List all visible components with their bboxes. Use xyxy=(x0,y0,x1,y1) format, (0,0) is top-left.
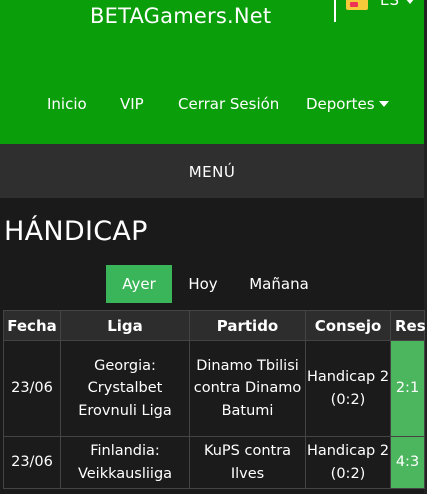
header-divider xyxy=(334,0,336,22)
nav-inicio[interactable]: Inicio xyxy=(47,95,87,113)
cell-partido: Dinamo Tbilisi contra Dinamo Batumi xyxy=(189,340,306,437)
column-header-fecha[interactable]: Fecha xyxy=(3,310,61,341)
column-header-liga[interactable]: Liga xyxy=(60,310,190,341)
caret-down-icon[interactable] xyxy=(379,101,389,107)
cell-liga: Finlandia: Veikkausliiga xyxy=(60,436,190,489)
cell-res: 2:1 xyxy=(390,340,425,437)
nav-deportes[interactable]: Deportes xyxy=(306,95,375,113)
nav-cerrar-sesion[interactable]: Cerrar Sesión xyxy=(178,95,279,113)
nav-vip[interactable]: VIP xyxy=(120,95,144,113)
tab-hoy[interactable]: Hoy xyxy=(179,265,227,303)
menu-button[interactable]: MENÚ xyxy=(0,163,424,181)
caret-down-icon[interactable] xyxy=(405,0,415,4)
cell-partido: KuPS contra Ilves xyxy=(189,436,306,489)
table-header-row: Fecha Liga Partido Consejo Res xyxy=(3,310,426,341)
site-brand[interactable]: BETAGamers.Net xyxy=(90,4,271,28)
tab-ayer[interactable]: Ayer xyxy=(106,265,172,303)
cell-consejo: Handicap 2 (0:2) xyxy=(305,340,391,437)
column-header-consejo[interactable]: Consejo xyxy=(305,310,391,341)
table-row: 23/06 Finlandia: Veikkausliiga KuPS cont… xyxy=(3,436,425,489)
column-header-res[interactable]: Res xyxy=(390,310,426,341)
cell-fecha: 23/06 xyxy=(3,340,61,437)
cell-res: 4:3 xyxy=(390,436,425,489)
language-selector[interactable]: ES xyxy=(380,0,399,9)
cell-liga: Georgia: Crystalbet Erovnuli Liga xyxy=(60,340,190,437)
table-row: 23/06 Georgia: Crystalbet Erovnuli Liga … xyxy=(3,340,425,437)
tips-table: Fecha Liga Partido Consejo Res 23/06 Geo… xyxy=(3,310,426,489)
cell-fecha: 23/06 xyxy=(3,436,61,489)
cell-consejo: Handicap 2 (0:2) xyxy=(305,436,391,489)
page-title: HÁNDICAP xyxy=(4,216,148,247)
flag-icon[interactable] xyxy=(346,0,368,10)
column-header-partido[interactable]: Partido xyxy=(189,310,306,341)
tab-manana[interactable]: Mañana xyxy=(240,265,318,303)
